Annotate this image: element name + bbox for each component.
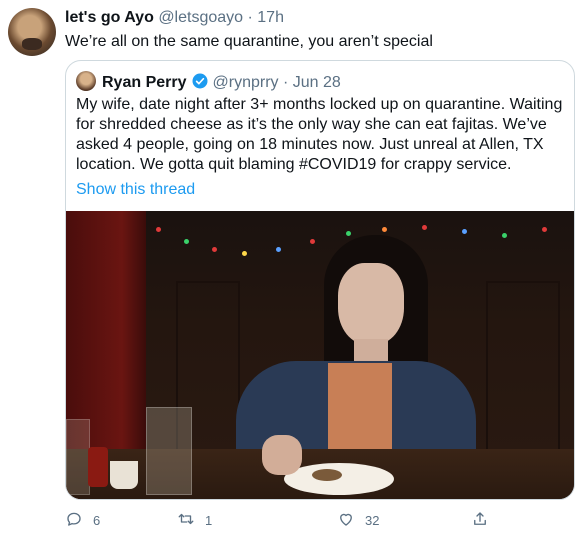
reply-button[interactable]: 6	[65, 508, 100, 532]
retweet-icon	[177, 510, 195, 531]
reply-count: 6	[93, 512, 101, 528]
photo-person-face	[338, 263, 404, 345]
quoted-header: Ryan Perry @rynprry · Jun 28	[76, 71, 341, 91]
retweet-count: 1	[205, 512, 213, 528]
separator-dot: ·	[247, 9, 253, 26]
like-count: 32	[365, 512, 380, 528]
reply-icon	[65, 510, 83, 531]
tweet-header: let's go Ayo @letsgoayo · 17h	[65, 8, 284, 28]
quoted-time[interactable]: Jun 28	[293, 74, 341, 91]
author-handle[interactable]: @letsgoayo	[158, 9, 243, 26]
quoted-text: My wife, date night after 3+ months lock…	[76, 96, 563, 173]
author-avatar[interactable]	[8, 8, 56, 56]
tweet-actions: 6 1 32	[65, 508, 545, 532]
photo-plate	[284, 463, 394, 495]
like-icon	[337, 510, 355, 531]
photo-jar	[88, 447, 108, 487]
show-thread-link[interactable]: Show this thread	[76, 180, 195, 200]
quoted-tweet[interactable]: Ryan Perry @rynprry · Jun 28 My wife, dat…	[65, 60, 575, 500]
quoted-separator-dot: ·	[282, 74, 289, 91]
quoted-photo[interactable]	[66, 211, 574, 499]
photo-glass	[66, 419, 90, 495]
author-name[interactable]: let's go Ayo	[65, 9, 154, 26]
quoted-avatar[interactable]	[76, 71, 96, 91]
quoted-author-name[interactable]: Ryan Perry	[102, 74, 187, 91]
share-icon	[471, 510, 489, 531]
retweet-button[interactable]: 1	[177, 508, 212, 532]
verified-badge-icon	[191, 72, 209, 90]
like-button[interactable]: 32	[337, 508, 379, 532]
tweet-time[interactable]: 17h	[257, 9, 284, 26]
tweet-text: We’re all on the same quarantine, you ar…	[65, 33, 433, 50]
quoted-author-handle[interactable]: @rynprry	[213, 74, 279, 91]
photo-cup	[110, 461, 138, 489]
share-button[interactable]	[471, 508, 489, 532]
photo-hand	[262, 435, 302, 475]
photo-glass	[146, 407, 192, 495]
photo-food	[312, 469, 342, 481]
